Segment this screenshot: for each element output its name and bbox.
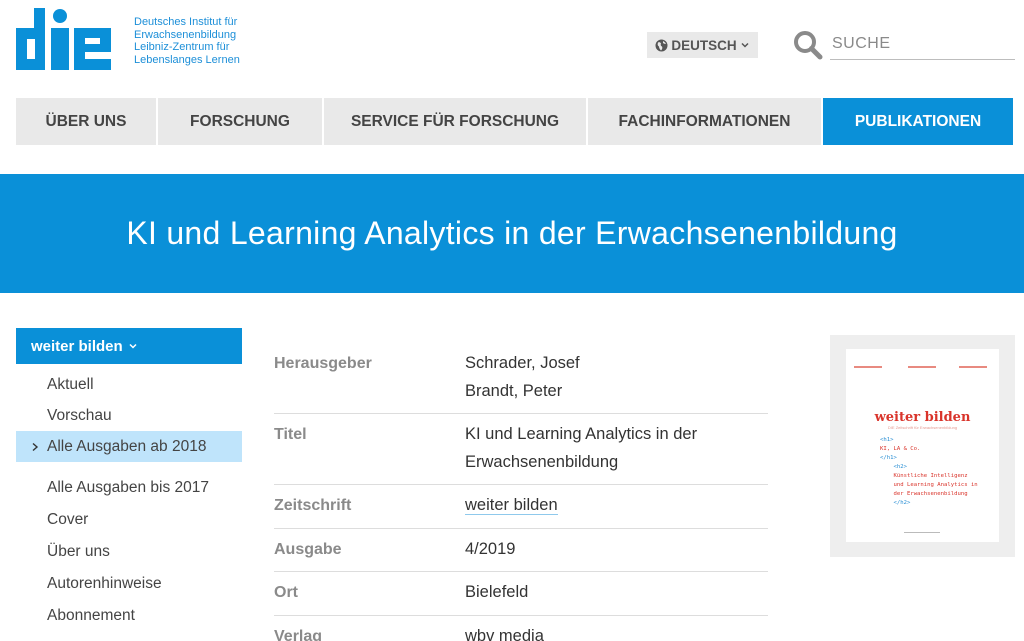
nav-item-forschung[interactable]: FORSCHUNG: [158, 98, 322, 145]
logo-line: Erwachsenenbildung: [134, 28, 237, 41]
detail-row-ort: Ort Bielefeld: [274, 572, 768, 616]
search-input[interactable]: [830, 28, 1015, 60]
logo-text: Deutsches Institut für Erwachsenenbildun…: [134, 16, 240, 66]
sidebar-item-autorenhinweise[interactable]: Autorenhinweise: [16, 568, 242, 599]
main-navigation: ÜBER UNS FORSCHUNG SERVICE FÜR FORSCHUNG…: [16, 98, 1015, 145]
die-logo-icon: [16, 8, 111, 70]
sidebar-item-label: Abonnement: [47, 606, 135, 624]
language-label: DEUTSCH: [671, 37, 737, 53]
cover-title: weiter bilden: [874, 410, 971, 425]
detail-value: 4/2019: [465, 539, 516, 558]
sidebar-heading[interactable]: weiter bilden: [16, 328, 242, 364]
page-title: KI und Learning Analytics in der Erwachs…: [126, 215, 898, 251]
detail-value: Schrader, Josef Brandt, Peter: [465, 350, 768, 405]
logo-line: Deutsches Institut für: [134, 16, 238, 28]
cover-header-mark: [959, 366, 987, 368]
sidebar-item-label: Vorschau: [47, 406, 112, 424]
detail-label: Titel: [274, 426, 307, 443]
cover-header-mark: [908, 366, 936, 368]
sidebar-item-alle-ausgaben-ab-2018[interactable]: Alle Ausgaben ab 2018: [16, 431, 242, 462]
sidebar-item-vorschau[interactable]: Vorschau: [16, 400, 242, 431]
detail-label: Verlag: [274, 627, 323, 641]
detail-row-herausgeber: Herausgeber Schrader, Josef Brandt, Pete…: [274, 343, 768, 414]
sidebar-item-ueber-uns[interactable]: Über uns: [16, 536, 242, 567]
sidebar-heading-label: weiter bilden: [31, 337, 123, 355]
sidebar-item-label: Über uns: [47, 542, 110, 560]
search-icon[interactable]: [793, 30, 823, 60]
page-banner: KI und Learning Analytics in der Erwachs…: [0, 174, 1024, 293]
cover-code-line: Künstliche Intelligenz: [893, 473, 968, 479]
search-box: [793, 28, 1015, 60]
detail-value: KI und Learning Analytics in der Erwachs…: [465, 421, 768, 476]
language-selector[interactable]: DEUTSCH: [647, 32, 758, 58]
cover-code-line: und Learning Analytics in: [893, 482, 978, 488]
die-logo-mark: [16, 8, 112, 72]
cover-subtitle: DIE Zeitschrift für Erwachsenenbildung: [887, 425, 958, 430]
nav-item-ueber-uns[interactable]: ÜBER UNS: [16, 98, 156, 145]
detail-value: weiter bilden: [465, 492, 768, 520]
cover-image-frame[interactable]: weiter bilden DIE Zeitschrift für Erwach…: [830, 335, 1015, 557]
cover-code-line: KI, LA & Co.: [880, 446, 921, 452]
sidebar-item-label: Cover: [47, 510, 89, 528]
site-logo[interactable]: Deutsches Institut für Erwachsenenbildun…: [16, 8, 240, 72]
sidebar-item-alle-ausgaben-bis-2017[interactable]: Alle Ausgaben bis 2017: [16, 472, 242, 503]
detail-value: Bielefeld: [465, 583, 529, 601]
detail-label: Ausgabe: [274, 540, 342, 558]
chevron-down-icon: [741, 42, 749, 48]
detail-label: Zeitschrift: [274, 497, 352, 514]
detail-row-titel: Titel KI und Learning Analytics in der E…: [274, 414, 768, 485]
detail-value: wbv media: [465, 626, 544, 641]
sidebar-list: Aktuell Vorschau Alle Ausgaben ab 2018 A…: [16, 369, 242, 631]
cover-code-block: <h1> KI, LA & Co. </h1> <h2> Künstliche …: [880, 436, 978, 508]
cover-code-line: <h1>: [880, 437, 894, 443]
editor-name: Brandt, Peter: [465, 381, 563, 400]
sidebar-item-label: Alle Ausgaben bis 2017: [47, 478, 210, 496]
cover-code-line: </h2>: [893, 500, 911, 506]
cover-code-line: </h1>: [880, 455, 897, 461]
detail-row-verlag: Verlag wbv media: [274, 616, 768, 641]
publication-details: Herausgeber Schrader, Josef Brandt, Pete…: [274, 343, 768, 641]
cover-code-line: der Erwachsenenbildung: [893, 491, 968, 497]
logo-line: Lebenslanges Lernen: [134, 53, 240, 66]
cover-code-line: <h2>: [893, 464, 907, 470]
journal-link[interactable]: weiter bilden: [465, 496, 558, 515]
nav-item-service-fuer-forschung[interactable]: SERVICE FÜR FORSCHUNG: [324, 98, 586, 145]
globe-icon: [655, 39, 668, 51]
sidebar-item-aktuell[interactable]: Aktuell: [16, 369, 242, 400]
sidebar-item-label: Alle Ausgaben ab 2018: [47, 437, 207, 455]
title-line: Erwachsenenbildung: [465, 452, 619, 471]
detail-row-zeitschrift: Zeitschrift weiter bilden: [274, 485, 768, 529]
sidebar: weiter bilden Aktuell Vorschau Alle Ausg…: [16, 328, 242, 631]
sidebar-item-cover[interactable]: Cover: [16, 504, 242, 535]
title-line: KI und Learning Analytics in der: [465, 425, 698, 443]
sidebar-item-label: Autorenhinweise: [47, 574, 162, 592]
sidebar-item-label: Aktuell: [47, 375, 94, 393]
detail-row-ausgabe: Ausgabe 4/2019: [274, 529, 768, 572]
detail-label: Herausgeber: [274, 355, 372, 372]
detail-label: Ort: [274, 584, 298, 601]
chevron-right-icon: [32, 442, 39, 451]
editor-name: Schrader, Josef: [465, 354, 580, 372]
chevron-down-icon: [129, 343, 137, 349]
cover-header-mark: [854, 366, 882, 368]
nav-item-publikationen[interactable]: PUBLIKATIONEN: [823, 98, 1013, 145]
cover-footer-line: [904, 532, 940, 533]
nav-item-fachinformationen[interactable]: FACHINFORMATIONEN: [588, 98, 821, 145]
logo-line: Leibniz-Zentrum für: [134, 41, 230, 53]
cover-image: weiter bilden DIE Zeitschrift für Erwach…: [846, 349, 999, 542]
sidebar-item-abonnement[interactable]: Abonnement: [16, 600, 242, 631]
